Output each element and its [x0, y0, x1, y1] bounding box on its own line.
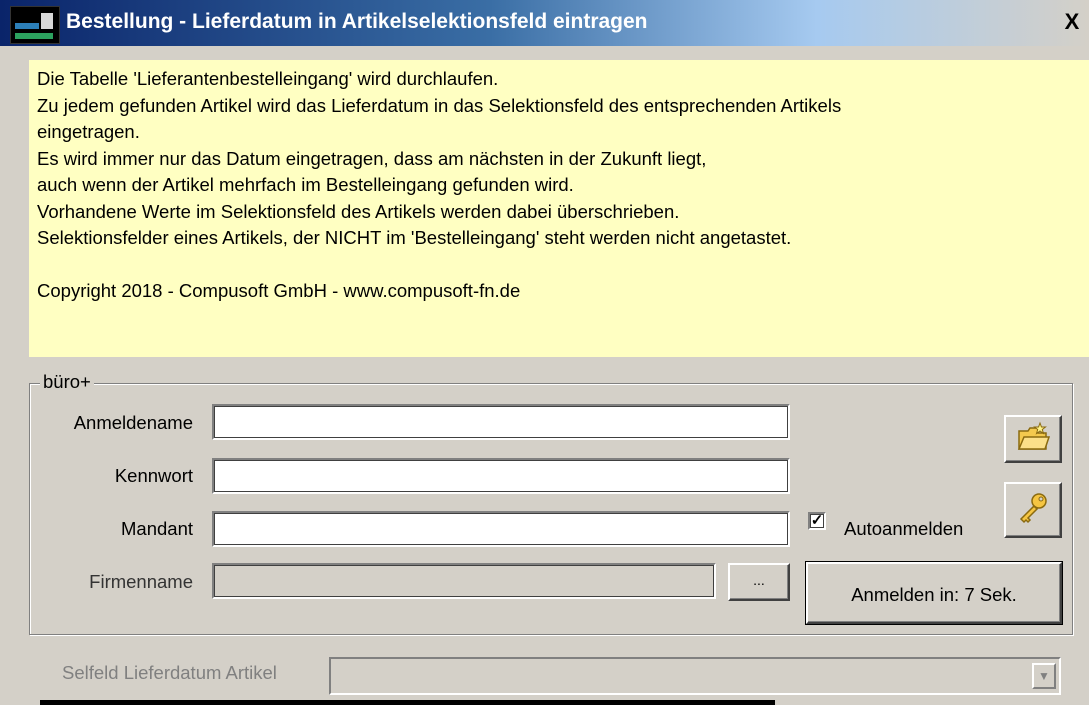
info-line [37, 252, 1081, 279]
info-line: Zu jedem gefunden Artikel wird das Liefe… [37, 94, 842, 116]
mandant-input[interactable] [212, 511, 790, 547]
selfeld-combobox: ▼ [329, 657, 1061, 695]
close-button[interactable]: X [1059, 8, 1085, 36]
selfeld-label: Selfeld Lieferdatum Artikel [62, 662, 277, 683]
key-button[interactable] [1004, 482, 1062, 538]
open-folder-button[interactable] [1004, 415, 1062, 463]
kennwort-input[interactable] [212, 458, 790, 494]
firmenname-label: Firmenname [89, 571, 193, 592]
autoanmelden-label[interactable]: Autoanmelden [844, 518, 963, 540]
bottom-edge [40, 700, 775, 705]
info-line: eingetragen. [37, 121, 140, 142]
login-button[interactable]: Anmelden in: 7 Sek. [805, 561, 1063, 625]
info-line: Die Tabelle 'Lieferantenbestelleingang' … [37, 68, 499, 89]
anmeldename-input[interactable] [212, 404, 790, 440]
open-folder-icon [1016, 421, 1051, 458]
info-panel: Die Tabelle 'Lieferantenbestelleingang' … [29, 60, 1089, 357]
firmenname-input [212, 563, 716, 599]
mandant-label: Mandant [121, 518, 193, 539]
title-bar: Bestellung - Lieferdatum in Artikelselek… [0, 0, 1089, 46]
app-icon [10, 6, 60, 44]
info-line: auch wenn der Artikel mehrfach im Bestel… [37, 174, 574, 195]
info-line: Es wird immer nur das Datum eingetragen,… [37, 147, 707, 169]
info-line: Selektionsfelder eines Artikels, der NIC… [37, 227, 792, 248]
group-legend: büro+ [40, 371, 94, 393]
kennwort-label: Kennwort [114, 465, 193, 486]
browse-button[interactable]: ... [728, 563, 790, 601]
chevron-down-icon: ▼ [1032, 663, 1056, 689]
window-title: Bestellung - Lieferdatum in Artikelselek… [66, 10, 648, 33]
key-icon [1016, 491, 1050, 530]
anmeldename-label: Anmeldename [73, 412, 193, 433]
copyright-line: Copyright 2018 - Compusoft GmbH - www.co… [37, 280, 521, 301]
autoanmelden-checkbox[interactable]: ✓ [808, 512, 826, 530]
info-line: Vorhandene Werte im Selektionsfeld des A… [37, 200, 680, 222]
